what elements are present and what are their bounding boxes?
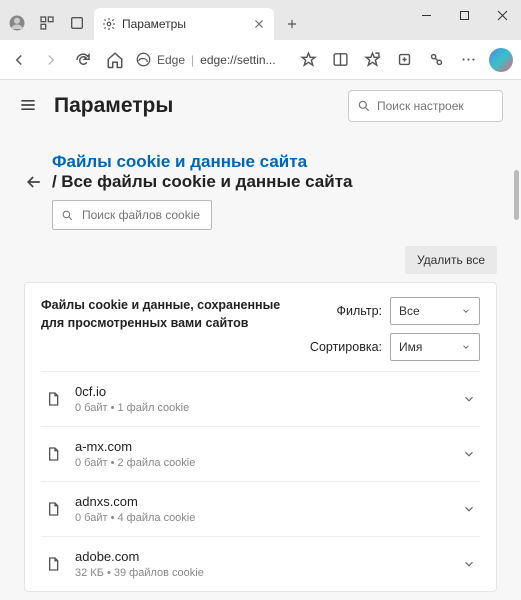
window-close-button[interactable] [483, 0, 521, 30]
site-meta: 0 байт • 4 файла cookie [75, 512, 448, 524]
tab-actions-icon[interactable] [68, 14, 86, 32]
document-icon [45, 501, 61, 517]
site-row[interactable]: 0cf.io 0 байт • 1 файл cookie [41, 371, 480, 426]
hamburger-icon[interactable] [18, 95, 40, 117]
close-icon[interactable] [252, 17, 266, 31]
maximize-button[interactable] [445, 0, 483, 30]
minimize-button[interactable] [407, 0, 445, 30]
site-row[interactable]: adobe.com 32 КБ • 39 файлов cookie [41, 536, 480, 591]
forward-button [40, 49, 62, 71]
search-icon [61, 209, 74, 222]
site-meta: 0 байт • 2 файла cookie [75, 457, 448, 469]
copilot-icon[interactable] [489, 48, 513, 72]
site-name: adobe.com [75, 549, 448, 564]
more-icon[interactable] [457, 49, 479, 71]
browser-tab[interactable]: Параметры [94, 8, 274, 40]
gear-icon [102, 17, 116, 31]
home-button[interactable] [104, 49, 126, 71]
settings-search[interactable] [348, 90, 503, 122]
filter-label: Фильтр: [337, 304, 382, 318]
new-tab-button[interactable] [278, 10, 306, 38]
cookie-search[interactable] [52, 200, 212, 230]
breadcrumb-current: Все файлы cookie и данные сайта [61, 172, 352, 191]
sort-select[interactable]: Имя [390, 333, 480, 361]
split-icon[interactable] [329, 49, 351, 71]
site-name: a-mx.com [75, 439, 448, 454]
site-name: 0cf.io [75, 384, 448, 399]
cookies-panel: Файлы cookie и данные, сохраненные для п… [24, 282, 497, 592]
chevron-down-icon[interactable] [462, 557, 476, 571]
settings-search-input[interactable] [377, 99, 521, 113]
chevron-down-icon[interactable] [462, 392, 476, 406]
search-icon [357, 99, 371, 113]
breadcrumb-link[interactable]: Файлы cookie и данные сайта [52, 152, 307, 171]
sort-label: Сортировка: [310, 340, 382, 354]
document-icon [45, 391, 61, 407]
scrollbar[interactable] [514, 170, 519, 220]
chevron-down-icon[interactable] [462, 447, 476, 461]
chevron-down-icon [461, 342, 471, 352]
back-button[interactable] [8, 49, 30, 71]
brand-label: Edge [157, 53, 185, 67]
site-meta: 32 КБ • 39 файлов cookie [75, 567, 448, 579]
site-meta: 0 байт • 1 файл cookie [75, 402, 448, 414]
document-icon [45, 446, 61, 462]
site-row[interactable]: adnxs.com 0 байт • 4 файла cookie [41, 481, 480, 536]
chevron-down-icon [461, 306, 471, 316]
filter-select[interactable]: Все [390, 297, 480, 325]
workspaces-icon[interactable] [38, 14, 56, 32]
panel-description: Файлы cookie и данные, сохраненные для п… [41, 297, 294, 361]
url-text: edge://settin... [200, 53, 275, 67]
breadcrumb: Файлы cookie и данные сайта / Все файлы … [52, 152, 497, 230]
content-area: Параметры Файлы cookie и данные сайта / … [0, 80, 521, 600]
chevron-down-icon[interactable] [462, 502, 476, 516]
document-icon [45, 556, 61, 572]
page-title: Параметры [54, 94, 334, 118]
delete-all-button[interactable]: Удалить все [405, 246, 497, 274]
toolbar: Edge | edge://settin... [0, 40, 521, 80]
extensions-icon[interactable] [425, 49, 447, 71]
titlebar: Параметры [0, 0, 521, 40]
address-bar[interactable]: Edge | edge://settin... [136, 52, 287, 67]
tab-title: Параметры [122, 17, 246, 31]
profile-icon[interactable] [8, 14, 26, 32]
edge-logo-icon [136, 52, 151, 67]
refresh-button[interactable] [72, 49, 94, 71]
cookie-search-input[interactable] [82, 208, 237, 222]
favorites-icon[interactable] [361, 49, 383, 71]
collections-icon[interactable] [393, 49, 415, 71]
site-name: adnxs.com [75, 494, 448, 509]
site-row[interactable]: a-mx.com 0 байт • 2 файла cookie [41, 426, 480, 481]
star-icon[interactable] [297, 49, 319, 71]
back-arrow-icon[interactable] [24, 172, 44, 192]
